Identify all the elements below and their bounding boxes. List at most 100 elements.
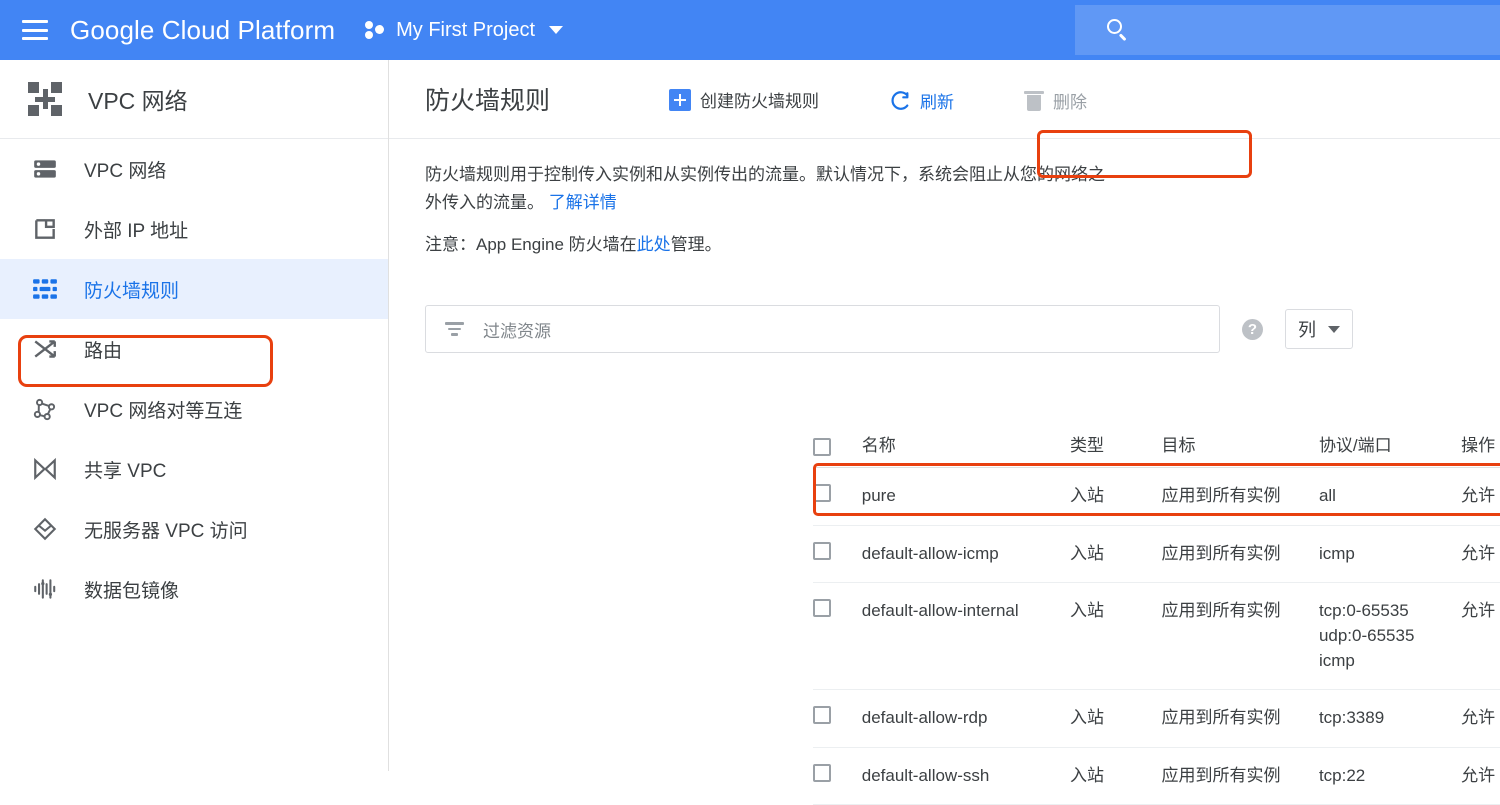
sidebar-item-vpc-peering[interactable]: VPC 网络对等互连 <box>0 379 388 439</box>
sidebar-item-vpc-networks[interactable]: VPC 网络 <box>0 139 388 199</box>
cell-action: 允许 <box>1461 525 1500 584</box>
sidebar-header: VPC 网络 <box>0 60 388 139</box>
here-link[interactable]: 此处 <box>637 235 671 254</box>
vpc-network-logo-icon <box>28 82 62 116</box>
filter-placeholder-text: 过滤资源 <box>483 321 551 341</box>
serverless-vpc-icon <box>30 514 60 544</box>
column-header-name[interactable]: 名称 <box>861 431 1071 468</box>
sidebar-item-external-ip[interactable]: 外部 IP 地址 <box>0 199 388 259</box>
project-name-label: My First Project <box>396 18 536 41</box>
note-text-suffix: 管理。 <box>670 235 722 255</box>
routes-shuffle-icon <box>30 334 60 364</box>
hamburger-menu-icon[interactable] <box>22 20 48 40</box>
sidebar-item-label: 共享 VPC <box>84 460 167 482</box>
search-icon <box>1107 19 1129 41</box>
peering-nodes-icon <box>30 394 60 424</box>
cell-name: default-allow-internal <box>861 582 1071 691</box>
project-selector[interactable]: My First Project <box>365 18 564 42</box>
refresh-icon <box>889 90 911 112</box>
note-paragraph: 注意：App Engine 防火墙在此处管理。 <box>425 231 1105 259</box>
chevron-down-icon <box>549 26 564 34</box>
filter-input[interactable]: 过滤资源 <box>425 305 1220 353</box>
cell-type: 入站 <box>1070 689 1162 748</box>
cell-type: 入站 <box>1070 525 1162 584</box>
cell-action: 允许 <box>1461 689 1500 748</box>
row-checkbox[interactable] <box>813 763 831 782</box>
column-header-type[interactable]: 类型 <box>1070 431 1162 468</box>
cell-target: 应用到所有实例 <box>1161 467 1319 526</box>
table-row[interactable]: pure 入站 应用到所有实例 all 允许 1000 default <box>813 467 1500 526</box>
top-app-bar: Google Cloud Platform My First Project <box>0 0 1500 60</box>
sidebar-item-routes[interactable]: 路由 <box>0 319 388 379</box>
columns-dropdown-button[interactable]: 列 <box>1285 309 1353 349</box>
column-header-action[interactable]: 操作 <box>1461 431 1500 468</box>
note-text-prefix: 注意：App Engine 防火墙在 <box>425 235 637 255</box>
sidebar-item-label: 路由 <box>84 340 123 362</box>
cell-type: 入站 <box>1070 467 1162 526</box>
cell-target: 应用到所有实例 <box>1161 525 1319 584</box>
help-question-icon[interactable]: ? <box>1242 318 1263 340</box>
cell-target: 应用到所有实例 <box>1161 689 1319 748</box>
row-checkbox[interactable] <box>813 541 831 560</box>
plus-square-icon <box>669 88 691 111</box>
sidebar-item-label: 无服务器 VPC 访问 <box>84 520 248 542</box>
row-checkbox[interactable] <box>813 599 831 618</box>
search-input[interactable] <box>1075 5 1500 55</box>
cell-protocol-port: tcp:3389 <box>1318 689 1462 748</box>
filter-row: 过滤资源 ? 列 <box>425 305 1465 353</box>
sidebar-item-label: VPC 网络对等互连 <box>84 400 243 422</box>
server-rack-icon <box>30 154 60 184</box>
sidebar-item-firewall-rules[interactable]: 防火墙规则 <box>0 259 388 319</box>
table-row[interactable]: default-allow-rdp 入站 应用到所有实例 tcp:3389 允许… <box>813 689 1500 748</box>
cell-target: 应用到所有实例 <box>1161 582 1319 691</box>
refresh-button[interactable]: 刷新 <box>889 88 954 113</box>
sidebar-item-label: 数据包镜像 <box>84 580 180 602</box>
cell-protocol-port: tcp:22 <box>1318 747 1462 805</box>
cell-type: 入站 <box>1070 582 1162 691</box>
table-header: 名称 类型 目标 协议/端口 操作 优先级 网络 <box>813 431 1500 468</box>
sidebar-item-shared-vpc[interactable]: 共享 VPC <box>0 439 388 499</box>
shared-vpc-bowtie-icon <box>30 454 60 484</box>
columns-label: 列 <box>1298 320 1316 340</box>
sidebar-item-label: 外部 IP 地址 <box>84 220 189 242</box>
table-body: pure 入站 应用到所有实例 all 允许 1000 default defa… <box>813 467 1500 805</box>
cell-name: default-allow-ssh <box>861 747 1071 805</box>
table-row[interactable]: default-allow-ssh 入站 应用到所有实例 tcp:22 允许 6… <box>813 747 1500 805</box>
trash-icon <box>1024 90 1044 112</box>
firewall-grid-icon <box>30 274 60 304</box>
select-all-header <box>813 431 862 468</box>
row-checkbox[interactable] <box>813 484 831 502</box>
description-text: 防火墙规则用于控制传入实例和从实例传出的流量。默认情况下，系统会阻止从您的网络之… <box>425 165 1105 212</box>
row-checkbox[interactable] <box>813 706 831 725</box>
sidebar-item-packet-mirroring[interactable]: 数据包镜像 <box>0 559 388 619</box>
cell-protocol-port: icmp <box>1318 525 1462 584</box>
table-header-row: 名称 类型 目标 协议/端口 操作 优先级 网络 <box>813 431 1500 468</box>
column-header-target[interactable]: 目标 <box>1161 431 1319 468</box>
cell-action: 允许 <box>1461 747 1500 805</box>
learn-more-link[interactable]: 了解详情 <box>549 193 617 212</box>
create-firewall-rule-button[interactable]: 创建防火墙规则 <box>669 87 819 112</box>
sidebar-item-label: 防火墙规则 <box>84 280 180 302</box>
packet-mirroring-icon <box>30 574 60 604</box>
cell-action: 允许 <box>1461 467 1500 526</box>
table-row[interactable]: default-allow-icmp 入站 应用到所有实例 icmp 允许 65… <box>813 525 1500 584</box>
description-paragraph: 防火墙规则用于控制传入实例和从实例传出的流量。默认情况下，系统会阻止从您的网络之… <box>425 161 1105 216</box>
cell-name: default-allow-icmp <box>861 525 1071 584</box>
create-firewall-rule-label: 创建防火墙规则 <box>700 92 819 111</box>
external-ip-icon <box>30 214 60 244</box>
filter-icon <box>442 317 466 341</box>
cell-name: pure <box>861 467 1071 526</box>
select-all-checkbox[interactable] <box>813 438 831 456</box>
chevron-down-icon <box>1328 325 1340 333</box>
cell-action: 允许 <box>1461 582 1500 691</box>
cell-target: 应用到所有实例 <box>1161 747 1319 805</box>
page-title: 防火墙规则 <box>425 87 551 115</box>
delete-button[interactable]: 删除 <box>1024 88 1087 113</box>
column-header-protocol-port[interactable]: 协议/端口 <box>1318 431 1462 468</box>
table-row[interactable]: default-allow-internal 入站 应用到所有实例 tcp:0-… <box>813 582 1500 691</box>
sidebar-item-serverless-vpc-access[interactable]: 无服务器 VPC 访问 <box>0 499 388 559</box>
refresh-label: 刷新 <box>920 93 954 112</box>
brand-title: Google Cloud Platform <box>70 14 336 45</box>
sidebar-item-label: VPC 网络 <box>84 160 167 182</box>
cell-protocol-port: all <box>1318 467 1462 526</box>
